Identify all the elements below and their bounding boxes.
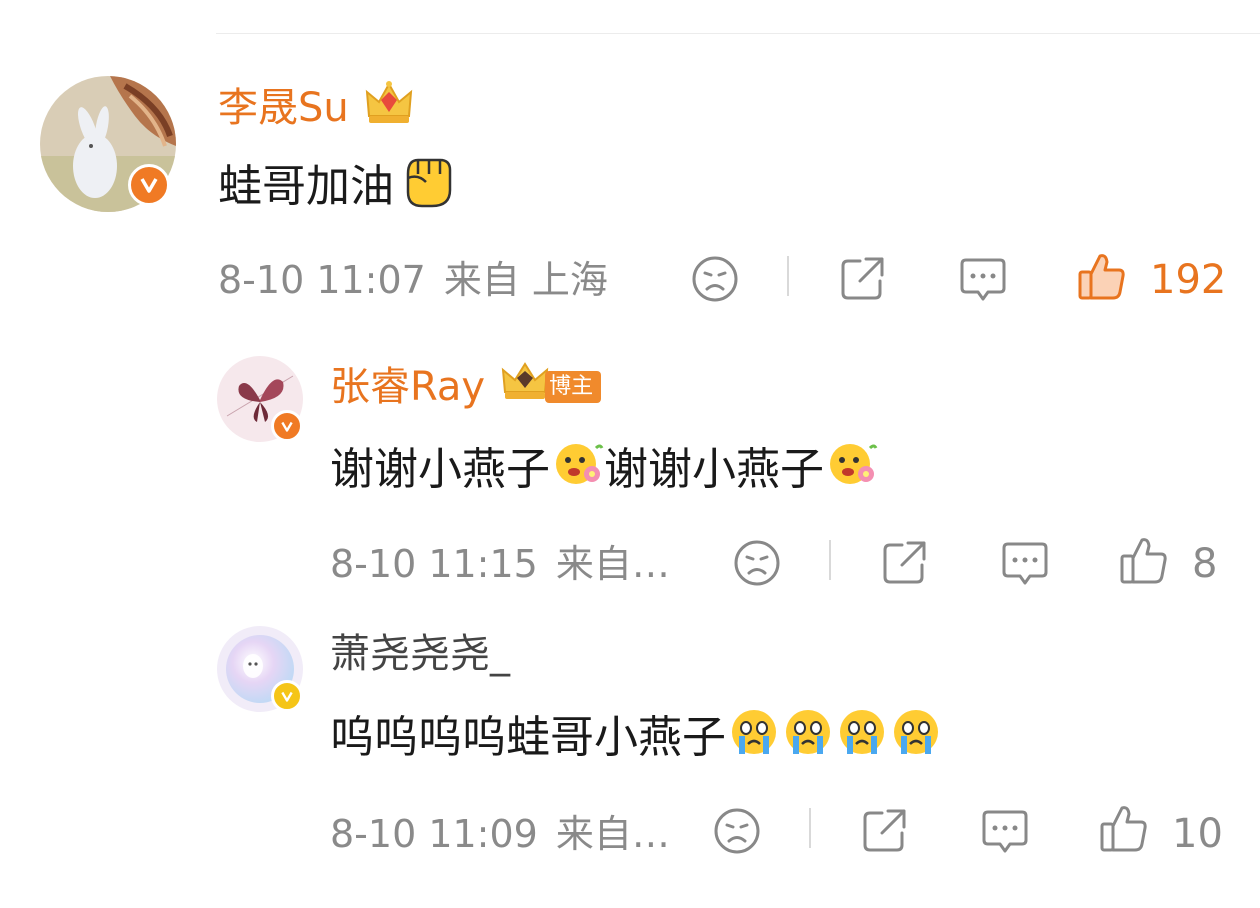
flower-face-emoji-icon <box>826 438 878 502</box>
crying-emoji-icon <box>782 706 834 770</box>
blogger-tag: 博主 <box>545 370 602 403</box>
v-icon <box>281 691 293 702</box>
comment-text-part1: 谢谢小燕子 <box>330 444 550 495</box>
like-thumb-icon[interactable] <box>1118 534 1170 586</box>
comment-text-part2: 谢谢小燕子 <box>604 444 824 495</box>
share-icon[interactable] <box>838 253 888 303</box>
dislike-face-icon[interactable] <box>732 538 782 588</box>
crying-emoji-icon <box>890 706 942 770</box>
verified-badge <box>271 680 303 712</box>
crying-emoji-icon <box>836 706 888 770</box>
share-icon[interactable] <box>860 805 910 855</box>
membership-crown-icon <box>363 78 415 137</box>
username[interactable]: 张睿Ray <box>330 363 485 411</box>
comment-location: 来自 上海 <box>443 258 608 302</box>
v-icon <box>281 421 293 432</box>
comment-text: 蛙哥加油 <box>218 161 394 212</box>
avatar[interactable] <box>217 356 303 442</box>
like-thumb-icon[interactable] <box>1076 250 1128 302</box>
like-count: 8 <box>1192 541 1218 587</box>
like-count: 192 <box>1150 257 1227 303</box>
action-separator <box>829 540 831 580</box>
comment-icon[interactable] <box>980 806 1030 856</box>
comment-time: 8-10 11:09 <box>330 812 538 856</box>
membership-crown-icon <box>499 360 551 413</box>
avatar[interactable] <box>217 626 303 712</box>
dislike-face-icon[interactable] <box>690 254 740 304</box>
comment-icon[interactable] <box>958 254 1008 304</box>
flower-face-emoji-icon <box>552 438 604 502</box>
like-thumb-icon[interactable] <box>1098 802 1150 854</box>
comment-location: 来自… <box>555 812 670 856</box>
top-divider <box>216 33 1260 34</box>
v-icon <box>140 178 158 193</box>
comment-time: 8-10 11:07 <box>218 258 426 302</box>
comment-time: 8-10 11:15 <box>330 542 538 586</box>
dislike-face-icon[interactable] <box>712 806 762 856</box>
action-separator <box>809 808 811 848</box>
verified-badge <box>271 410 303 442</box>
fist-emoji-icon <box>396 152 458 222</box>
action-separator <box>787 256 789 296</box>
like-count: 10 <box>1172 811 1223 857</box>
comment-icon[interactable] <box>1000 538 1050 588</box>
comment-location: 来自… <box>555 542 670 586</box>
share-icon[interactable] <box>880 537 930 587</box>
username[interactable]: 萧尧尧尧_ <box>330 630 510 678</box>
verified-badge <box>128 164 170 206</box>
comment-text: 呜呜呜呜蛙哥小燕子 <box>330 712 726 763</box>
crying-emoji-icon <box>728 706 780 770</box>
avatar[interactable] <box>40 76 176 212</box>
username[interactable]: 李晟Su <box>218 84 349 132</box>
